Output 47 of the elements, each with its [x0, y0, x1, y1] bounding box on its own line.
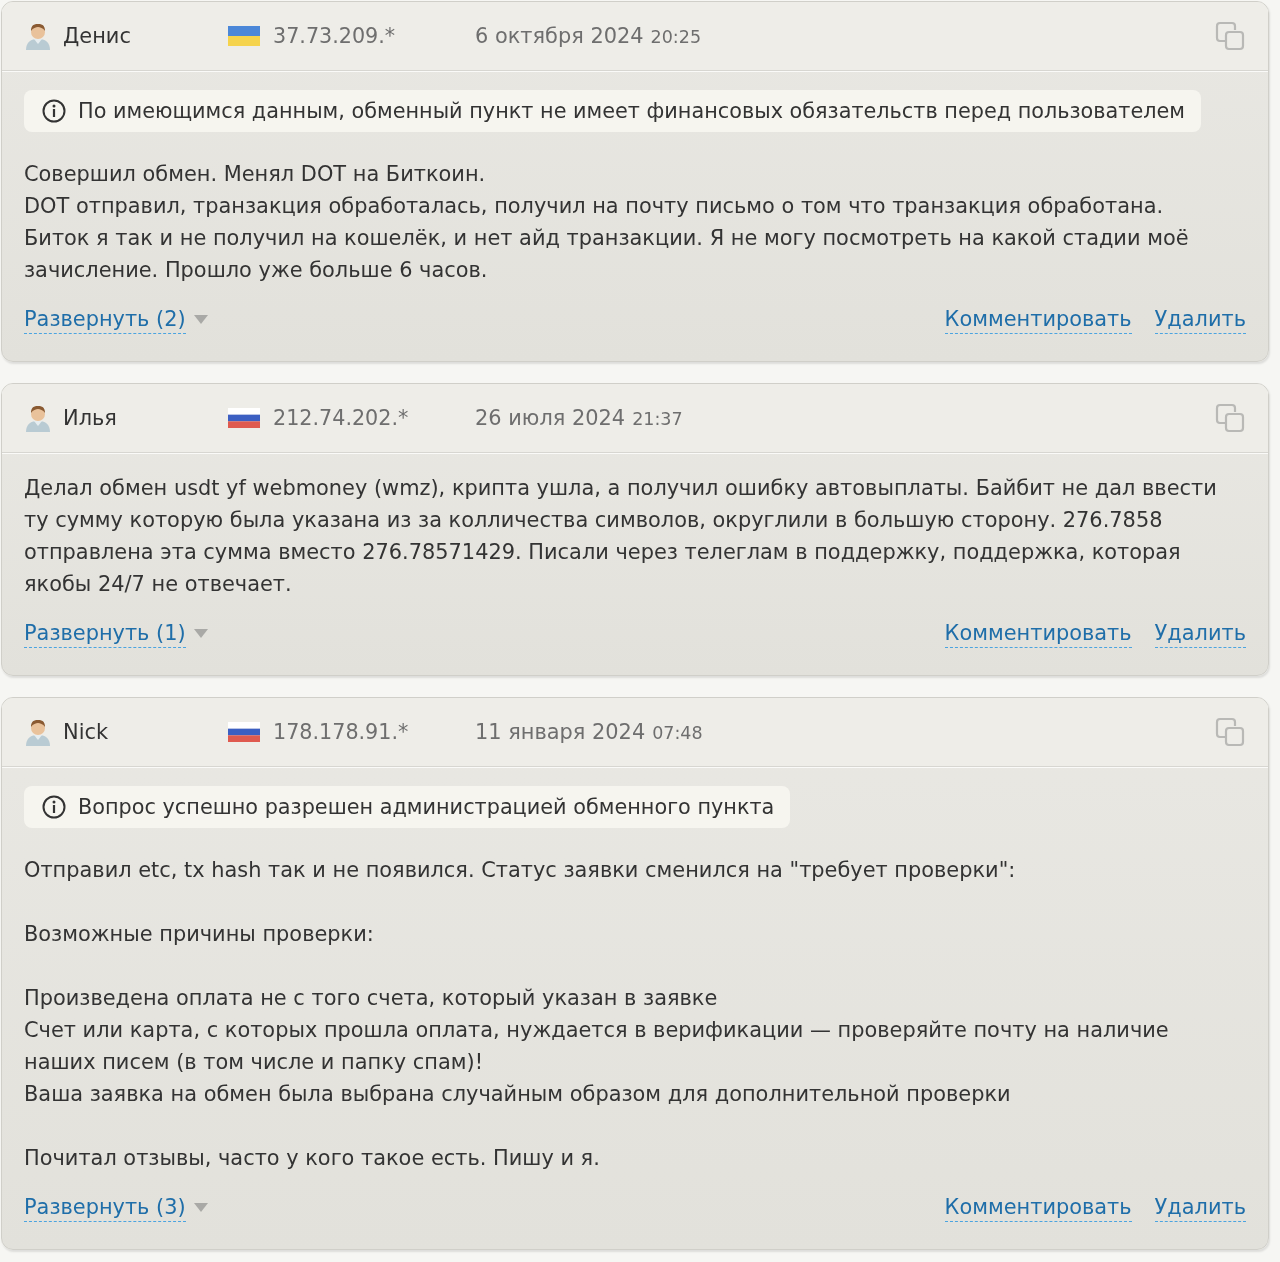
comment-action-link[interactable]: Комментировать — [944, 304, 1132, 334]
info-icon — [42, 99, 66, 123]
flag-icon — [228, 26, 260, 46]
flag-icon — [228, 722, 260, 742]
comment-text: Произведена оплата не с того счета, который указан в заявке — [24, 985, 719, 1012]
comment-time: 21:37 — [632, 409, 683, 429]
comment-date: 6 октября 2024 — [475, 24, 644, 48]
comment-text: Счет или карта, с которых прошла оплата, нуждается в верификации — проверяйте почту на наличие наших писем (в том числе и папку спам)! — [24, 1017, 1170, 1076]
comment-text: Делал обмен usdt yf webmoney (wmz), крипта ушла, а получил ошибку автовыплаты. Байбит не дал ввести ту сумму которую была указана из за колличества символов, округлили в большую сторону. 276.7858 отправлена эта сумма вместо 276.78571429. Писали через телеглам в поддержку, поддержка, которая якобы 24/7 не отвечает. — [24, 475, 1218, 598]
flag-icon — [228, 408, 260, 428]
comment-action-link[interactable]: Удалить — [1154, 304, 1246, 334]
copy-icon[interactable] — [1215, 21, 1245, 51]
author-name: Илья — [63, 406, 117, 430]
author-name: Денис — [63, 24, 131, 48]
copy-icon[interactable] — [1215, 403, 1245, 433]
notice-text: Вопрос успешно разрешен администрацией обменного пункта — [78, 795, 775, 819]
ip-address: 212.74.202.* — [273, 406, 409, 430]
expand-link[interactable]: Развернуть (3) — [24, 1192, 186, 1222]
comment-action-link[interactable]: Комментировать — [944, 618, 1132, 648]
avatar-icon — [24, 404, 52, 432]
comment-action-link[interactable]: Комментировать — [944, 1192, 1132, 1222]
comment-time: 20:25 — [650, 27, 702, 47]
ip-address: 178.178.91.* — [273, 720, 409, 744]
comment-text: DOT отправил, транзакция обработалась, получил на почту письмо о том что транзакция обработана. — [24, 193, 1165, 220]
comment-action-link[interactable]: Удалить — [1154, 618, 1246, 648]
comment-text: Почитал отзывы, часто у кого такое есть. Пишу и я. — [24, 1145, 601, 1172]
comment-text: Возможные причины проверки: — [24, 921, 375, 948]
caret-icon[interactable] — [193, 628, 208, 638]
comment-time: 07:48 — [652, 723, 703, 743]
author-name: Nick — [63, 720, 108, 744]
caret-icon[interactable] — [193, 314, 208, 324]
comment-text: Совершил обмен. Менял DOT на Биткоин. — [24, 161, 487, 188]
comment-date: 11 января 2024 — [475, 720, 646, 744]
caret-icon[interactable] — [193, 1202, 208, 1212]
comment-text: Ваша заявка на обмен была выбрана случайным образом для дополнительной проверки — [24, 1081, 1012, 1108]
notice-text: По имеющимся данным, обменный пункт не имеет финансовых обязательств перед пользователем — [78, 99, 1185, 123]
comment-text: Отправил etc, tx hash так и не появился. Статус заявки сменился на "требует проверки": — [24, 857, 1017, 884]
info-icon — [42, 795, 66, 819]
ip-address: 37.73.209.* — [273, 24, 396, 48]
expand-link[interactable]: Развернуть (1) — [24, 618, 186, 648]
expand-link[interactable]: Развернуть (2) — [24, 304, 186, 334]
avatar-icon — [24, 22, 52, 50]
avatar-icon — [24, 718, 52, 746]
comment-text: Биток я так и не получил на кошелёк, и нет айд транзакции. Я не могу посмотреть на какой стадии моё зачисление. Прошло уже больше 6 часов. — [24, 225, 1190, 284]
comment-date: 26 июля 2024 — [475, 406, 626, 430]
copy-icon[interactable] — [1215, 717, 1245, 747]
comment-action-link[interactable]: Удалить — [1154, 1192, 1246, 1222]
